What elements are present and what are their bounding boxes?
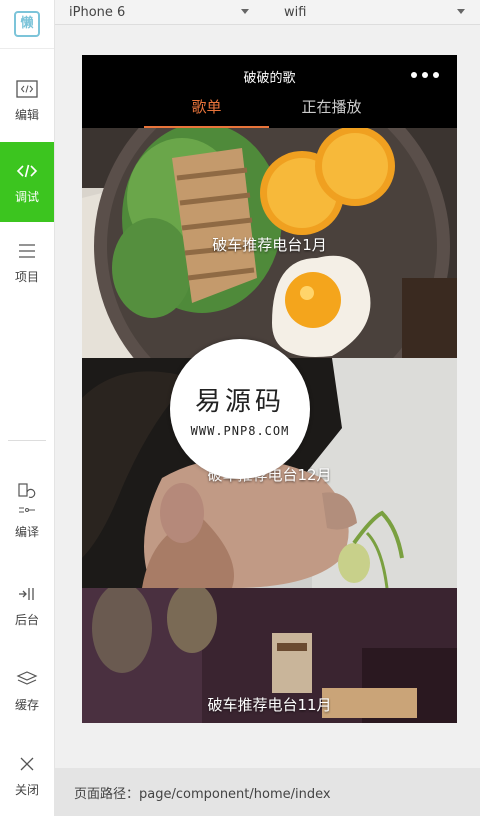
tab-playlist[interactable]: 歌单	[144, 95, 269, 128]
close-icon	[19, 753, 35, 775]
sidebar-item-label: 后台	[14, 612, 39, 627]
page-path-bar: 页面路径：page/component/home/index	[55, 768, 480, 816]
background-icon	[17, 583, 37, 605]
card-title: 破车推荐电台1月	[212, 236, 327, 254]
watermark-logo: 易源码 WWW.PNP8.COM	[170, 339, 310, 479]
sidebar-item-debug[interactable]: 调试	[0, 142, 54, 222]
debug-code-icon	[16, 160, 38, 182]
chevron-down-icon	[241, 9, 249, 14]
sidebar: 懒 编辑 调试 项目 编译 后台 缓存 关闭	[0, 0, 55, 816]
network-select[interactable]: wifi	[284, 0, 465, 24]
sidebar-item-compile[interactable]: 编译	[0, 465, 54, 555]
page-path-label: 页面路径：page/component/home/index	[74, 786, 331, 802]
sidebar-item-edit[interactable]: 编辑	[0, 60, 54, 140]
layers-icon	[16, 668, 38, 690]
tab-now-playing[interactable]: 正在播放	[269, 95, 394, 128]
sidebar-item-backend[interactable]: 后台	[0, 565, 54, 645]
network-select-value: wifi	[284, 4, 307, 20]
sidebar-item-project[interactable]: 项目	[0, 222, 54, 302]
sidebar-item-close[interactable]: 关闭	[0, 735, 54, 815]
card-title: 破车推荐电台11月	[207, 696, 332, 714]
app-logo: 懒	[0, 0, 54, 49]
simulator-toolbar: iPhone 6 wifi	[55, 0, 480, 25]
tab-bar: 歌单 正在播放	[82, 95, 457, 128]
chevron-down-icon	[457, 9, 465, 14]
page-title: 破破的歌	[243, 71, 296, 86]
sidebar-item-label: 缓存	[14, 697, 39, 712]
device-select-value: iPhone 6	[69, 4, 126, 20]
device-select[interactable]: iPhone 6	[69, 0, 249, 24]
playlist-card[interactable]: 破车推荐电台11月	[82, 588, 457, 723]
more-dots-icon[interactable]	[411, 72, 439, 78]
sidebar-item-label: 项目	[14, 269, 39, 284]
sidebar-item-cache[interactable]: 缓存	[0, 650, 54, 730]
navigation-bar: 破破的歌	[82, 55, 457, 95]
compile-icon	[16, 481, 38, 517]
sidebar-item-label: 编译	[14, 524, 39, 539]
sidebar-item-label: 关闭	[14, 782, 39, 797]
playlist-card[interactable]: 破车推荐电台1月	[82, 128, 457, 358]
sidebar-item-label: 调试	[14, 189, 39, 204]
watermark-url: WWW.PNP8.COM	[190, 423, 290, 438]
menu-lines-icon	[18, 240, 36, 262]
sidebar-divider	[8, 440, 46, 441]
code-editor-icon	[16, 78, 38, 100]
sidebar-item-label: 编辑	[14, 107, 39, 122]
watermark-title: 易源码	[194, 386, 285, 417]
logo-icon: 懒	[14, 11, 40, 37]
